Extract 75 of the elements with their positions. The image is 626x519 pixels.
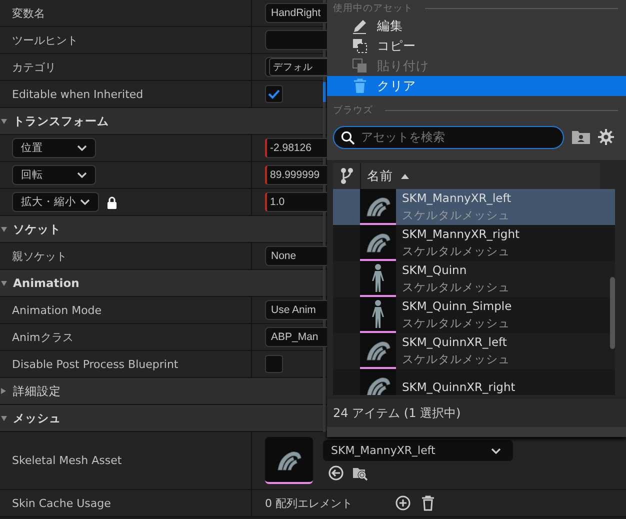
menu-item[interactable]: クリア bbox=[327, 76, 626, 96]
checkbox[interactable] bbox=[265, 355, 283, 373]
check-icon bbox=[268, 89, 280, 99]
section-heading: 使用中のアセット bbox=[333, 2, 413, 15]
use-selected-icon[interactable] bbox=[328, 465, 344, 481]
section-title: ソケット bbox=[13, 222, 61, 236]
property-label: Animクラス bbox=[12, 330, 74, 344]
trash-icon bbox=[352, 78, 368, 94]
section-title: Animation bbox=[13, 276, 80, 290]
lock-icon[interactable] bbox=[107, 196, 117, 208]
property-label: Skin Cache Usage bbox=[12, 496, 111, 510]
asset-row[interactable]: SKM_MannyXR_left スケルタルメッシュ bbox=[333, 189, 615, 225]
chevron-icon bbox=[491, 448, 501, 454]
asset-name: SKM_QuinnXR_right bbox=[402, 378, 516, 395]
expanded-arrow-icon[interactable] bbox=[1, 279, 7, 287]
asset-type: スケルタルメッシュ bbox=[402, 351, 510, 368]
text-field[interactable] bbox=[265, 30, 327, 50]
settings-icon[interactable] bbox=[598, 129, 614, 145]
scrollbar-thumb[interactable] bbox=[610, 277, 615, 349]
chevron-icon bbox=[77, 145, 87, 151]
number-field[interactable]: 1.0 bbox=[265, 192, 327, 212]
text-field[interactable]: Use Anim bbox=[265, 300, 327, 320]
category-field[interactable]: デフォル bbox=[265, 57, 327, 77]
paste-icon bbox=[352, 58, 368, 74]
item-count: 24 アイテム (1 選択中) bbox=[327, 399, 626, 427]
folder-icon[interactable] bbox=[572, 130, 590, 144]
text-field[interactable]: HandRight bbox=[265, 3, 327, 23]
expanded-arrow-icon[interactable] bbox=[1, 414, 7, 422]
asset-row[interactable]: SKM_QuinnXR_left スケルタルメッシュ bbox=[333, 333, 615, 369]
property-label: カテゴリ bbox=[12, 60, 56, 74]
asset-name: SKM_QuinnXR_left bbox=[402, 334, 508, 351]
property-label: Skeletal Mesh Asset bbox=[12, 454, 122, 467]
add-icon[interactable] bbox=[395, 495, 411, 511]
transform-dropdown[interactable]: 回転 bbox=[12, 165, 96, 185]
asset-name: SKM_MannyXR_left bbox=[402, 190, 512, 207]
number-field[interactable]: 89.999999 bbox=[265, 165, 327, 185]
property-label: ツールヒント bbox=[12, 32, 78, 48]
transform-dropdown[interactable]: 拡大・縮小 bbox=[12, 192, 99, 212]
section-title: メッシュ bbox=[13, 410, 61, 426]
asset-row[interactable]: SKM_Quinn スケルタルメッシュ bbox=[333, 261, 615, 297]
browse-folder-icon[interactable] bbox=[352, 465, 368, 481]
chevron-icon bbox=[77, 172, 87, 178]
menu-item[interactable]: コピー bbox=[327, 36, 626, 56]
section-title: 詳細設定 bbox=[13, 384, 61, 398]
expanded-arrow-icon[interactable] bbox=[1, 225, 7, 233]
asset-type: スケルタルメッシュ bbox=[402, 243, 511, 260]
copy-icon bbox=[352, 38, 368, 54]
section-title: トランスフォーム bbox=[13, 114, 109, 128]
array-count: 0 配列エレメント bbox=[265, 496, 354, 510]
property-label: 変数名 bbox=[12, 6, 45, 20]
search-icon bbox=[341, 130, 355, 144]
text-field[interactable]: ABP_Man bbox=[265, 327, 327, 347]
number-field[interactable]: -2.98126 bbox=[265, 138, 327, 158]
property-label: Animation Mode bbox=[12, 304, 102, 316]
search-field[interactable]: アセットを検索 bbox=[333, 126, 564, 148]
checkbox[interactable] bbox=[265, 85, 283, 103]
menu-item[interactable]: 編集 bbox=[327, 16, 626, 36]
transform-dropdown[interactable]: 位置 bbox=[12, 138, 96, 158]
asset-name: SKM_MannyXR_right bbox=[402, 226, 520, 243]
property-label: Disable Post Process Blueprint bbox=[12, 358, 178, 370]
chevron-icon bbox=[80, 199, 90, 205]
property-label: Editable when Inherited bbox=[12, 88, 144, 100]
asset-dropdown[interactable]: SKM_MannyXR_left bbox=[323, 440, 513, 461]
asset-type: スケルタルメッシュ bbox=[402, 279, 510, 296]
trash-icon[interactable] bbox=[421, 495, 435, 511]
sort-arrow-icon bbox=[401, 174, 409, 178]
asset-type: スケルタルメッシュ bbox=[402, 315, 511, 332]
asset-name: SKM_Quinn_Simple bbox=[402, 298, 512, 315]
collapsed-arrow-icon[interactable] bbox=[1, 387, 7, 395]
property-label: 親ソケット bbox=[12, 248, 67, 264]
pencil-icon bbox=[352, 18, 368, 34]
scrollbar-thumb[interactable] bbox=[323, 82, 326, 102]
text-field[interactable]: None bbox=[265, 246, 327, 266]
branch-icon bbox=[340, 168, 352, 184]
expanded-arrow-icon[interactable] bbox=[1, 117, 7, 125]
